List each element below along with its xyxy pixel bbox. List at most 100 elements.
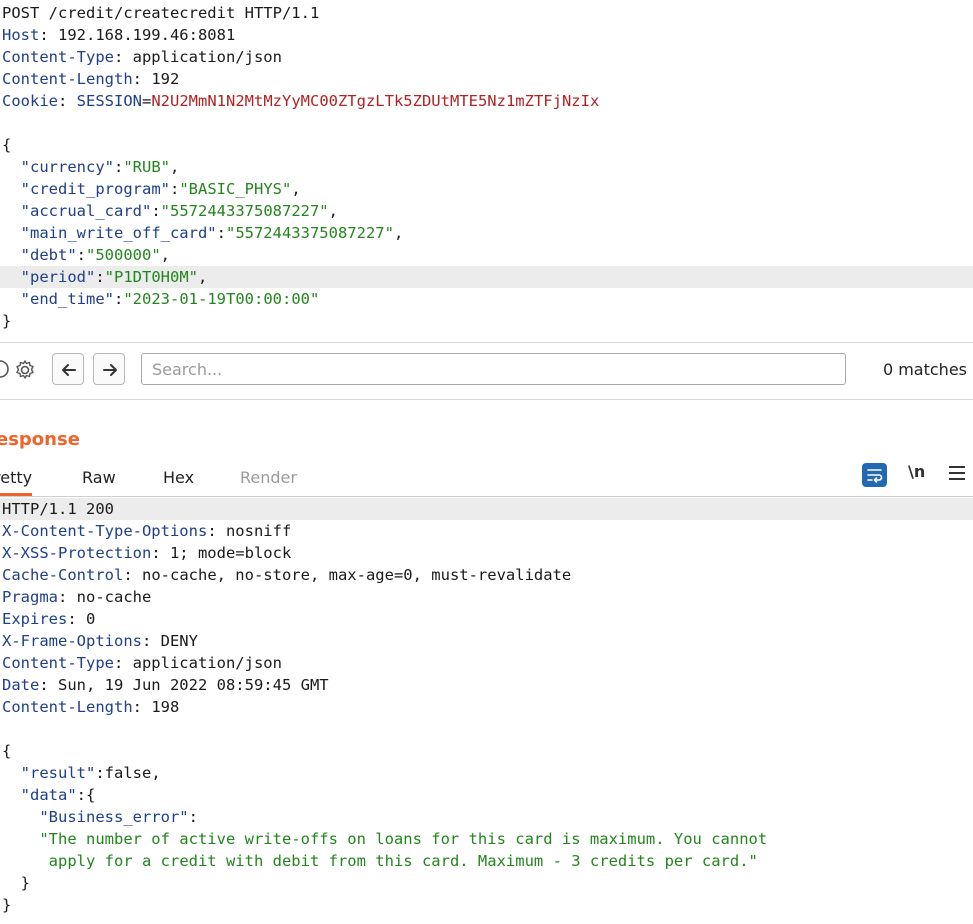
code-token: "end_time" — [20, 290, 114, 308]
code-line: HTTP/1.1 200 — [2, 498, 114, 520]
code-token: } — [2, 312, 12, 330]
code-token: : 192.168.199.46:8081 — [39, 26, 236, 44]
code-token: { — [2, 742, 12, 760]
code-token: : — [58, 92, 77, 110]
code-token: : — [216, 224, 226, 242]
code-token: "period" — [20, 268, 96, 286]
tab-raw[interactable]: Raw — [82, 468, 116, 487]
code-line: "result":false, — [2, 762, 161, 784]
code-line: Content-Type: application/json — [2, 652, 282, 674]
match-count: 0 matches — [882, 360, 967, 379]
current-line-highlight — [0, 498, 973, 520]
code-token: : 198 — [132, 698, 180, 716]
code-token: = — [142, 92, 152, 110]
code-token: Content-Length — [2, 70, 133, 88]
code-line: Content-Length: 198 — [2, 696, 179, 718]
code-token: "result" — [20, 764, 96, 782]
code-token: Pragma — [2, 588, 58, 606]
code-line: "data":{ — [2, 784, 96, 806]
code-line: Date: Sun, 19 Jun 2022 08:59:45 GMT — [2, 674, 329, 696]
word-wrap-icon[interactable] — [862, 463, 887, 487]
code-token: X-Content-Type-Options — [2, 522, 208, 540]
code-token: Cache-Control — [2, 566, 124, 584]
code-line: Host: 192.168.199.46:8081 — [2, 24, 235, 46]
code-token: : — [114, 290, 124, 308]
code-token: : — [151, 202, 161, 220]
code-token: "500000" — [86, 246, 161, 264]
code-line: } — [2, 310, 11, 332]
code-token: "data" — [20, 786, 77, 804]
code-token: Expires — [2, 610, 68, 628]
settings-gear-icon[interactable] — [8, 353, 40, 385]
code-line: Pragma: no-cache — [2, 586, 151, 608]
search-next-button[interactable] — [93, 353, 125, 385]
code-token: Content-Type — [2, 654, 114, 672]
code-token: , — [393, 224, 404, 242]
menu-icon[interactable] — [949, 462, 965, 482]
code-token: : 0 — [67, 610, 96, 628]
code-token: "2023-01-19T00:00:00" — [123, 290, 320, 308]
code-token: :false, — [95, 764, 161, 782]
code-token: , — [291, 180, 301, 198]
code-line: "credit_program":"BASIC_PHYS", — [2, 178, 301, 200]
code-token: "currency" — [20, 158, 114, 176]
code-line: "currency":"RUB", — [2, 156, 180, 178]
code-token: : application/json — [113, 48, 282, 66]
response-view-tabs: retty Raw Hex Render — [0, 460, 973, 497]
code-token: Content-Type — [2, 48, 114, 66]
code-line: "period":"P1DT0H0M", — [2, 266, 208, 288]
search-previous-button[interactable] — [52, 353, 84, 385]
code-token: Date — [2, 676, 40, 694]
tab-hex[interactable]: Hex — [163, 468, 194, 487]
code-line: Cookie: SESSION=N2U2MmN1N2MtMzYyMC00ZTgz… — [2, 90, 599, 112]
code-line: { — [2, 740, 11, 762]
code-token: : — [76, 246, 87, 264]
code-token: Host — [2, 26, 40, 44]
code-line: apply for a credit with debit from this … — [2, 850, 758, 872]
code-token: POST /credit/createcredit HTTP/1.1 — [2, 4, 320, 22]
code-line: } — [2, 872, 30, 894]
code-token: Cookie — [2, 92, 58, 110]
code-line: "accrual_card":"5572443375087227", — [2, 200, 338, 222]
code-token: "Business_error" — [39, 808, 189, 826]
code-token: "5572443375087227" — [160, 202, 329, 220]
code-line: Cache-Control: no-cache, no-store, max-a… — [2, 564, 571, 586]
code-line: X-XSS-Protection: 1; mode=block — [2, 542, 291, 564]
code-token: , — [160, 246, 171, 264]
code-token: X-XSS-Protection — [2, 544, 152, 562]
code-token: SESSION — [76, 92, 142, 110]
code-line: "Business_error": — [2, 806, 198, 828]
code-token: : application/json — [113, 654, 282, 672]
code-line: "The number of active write-offs on loan… — [2, 828, 767, 850]
code-token: } — [2, 896, 12, 914]
show-newlines-button[interactable]: \n — [908, 462, 925, 481]
code-token: , — [170, 158, 180, 176]
code-line: "end_time":"2023-01-19T00:00:00" — [2, 288, 320, 310]
tab-pretty[interactable]: retty — [0, 468, 33, 496]
code-token: } — [2, 874, 30, 892]
code-token: "The number of active write-offs on loan… — [39, 830, 768, 848]
code-token: : 192 — [132, 70, 180, 88]
code-token: : — [188, 808, 198, 826]
code-token: "5572443375087227" — [225, 224, 394, 242]
search-input[interactable] — [141, 353, 846, 385]
search-bar: 0 matches — [0, 342, 973, 400]
code-token: : — [169, 180, 180, 198]
code-line: X-Frame-Options: DENY — [2, 630, 198, 652]
code-token: : — [95, 268, 105, 286]
tab-render[interactable]: Render — [240, 468, 297, 487]
code-line: Expires: 0 — [2, 608, 95, 630]
code-line: Content-Length: 192 — [2, 68, 179, 90]
code-token: Content-Length — [2, 698, 133, 716]
code-token: : 1; mode=block — [151, 544, 292, 562]
code-token: "RUB" — [123, 158, 171, 176]
